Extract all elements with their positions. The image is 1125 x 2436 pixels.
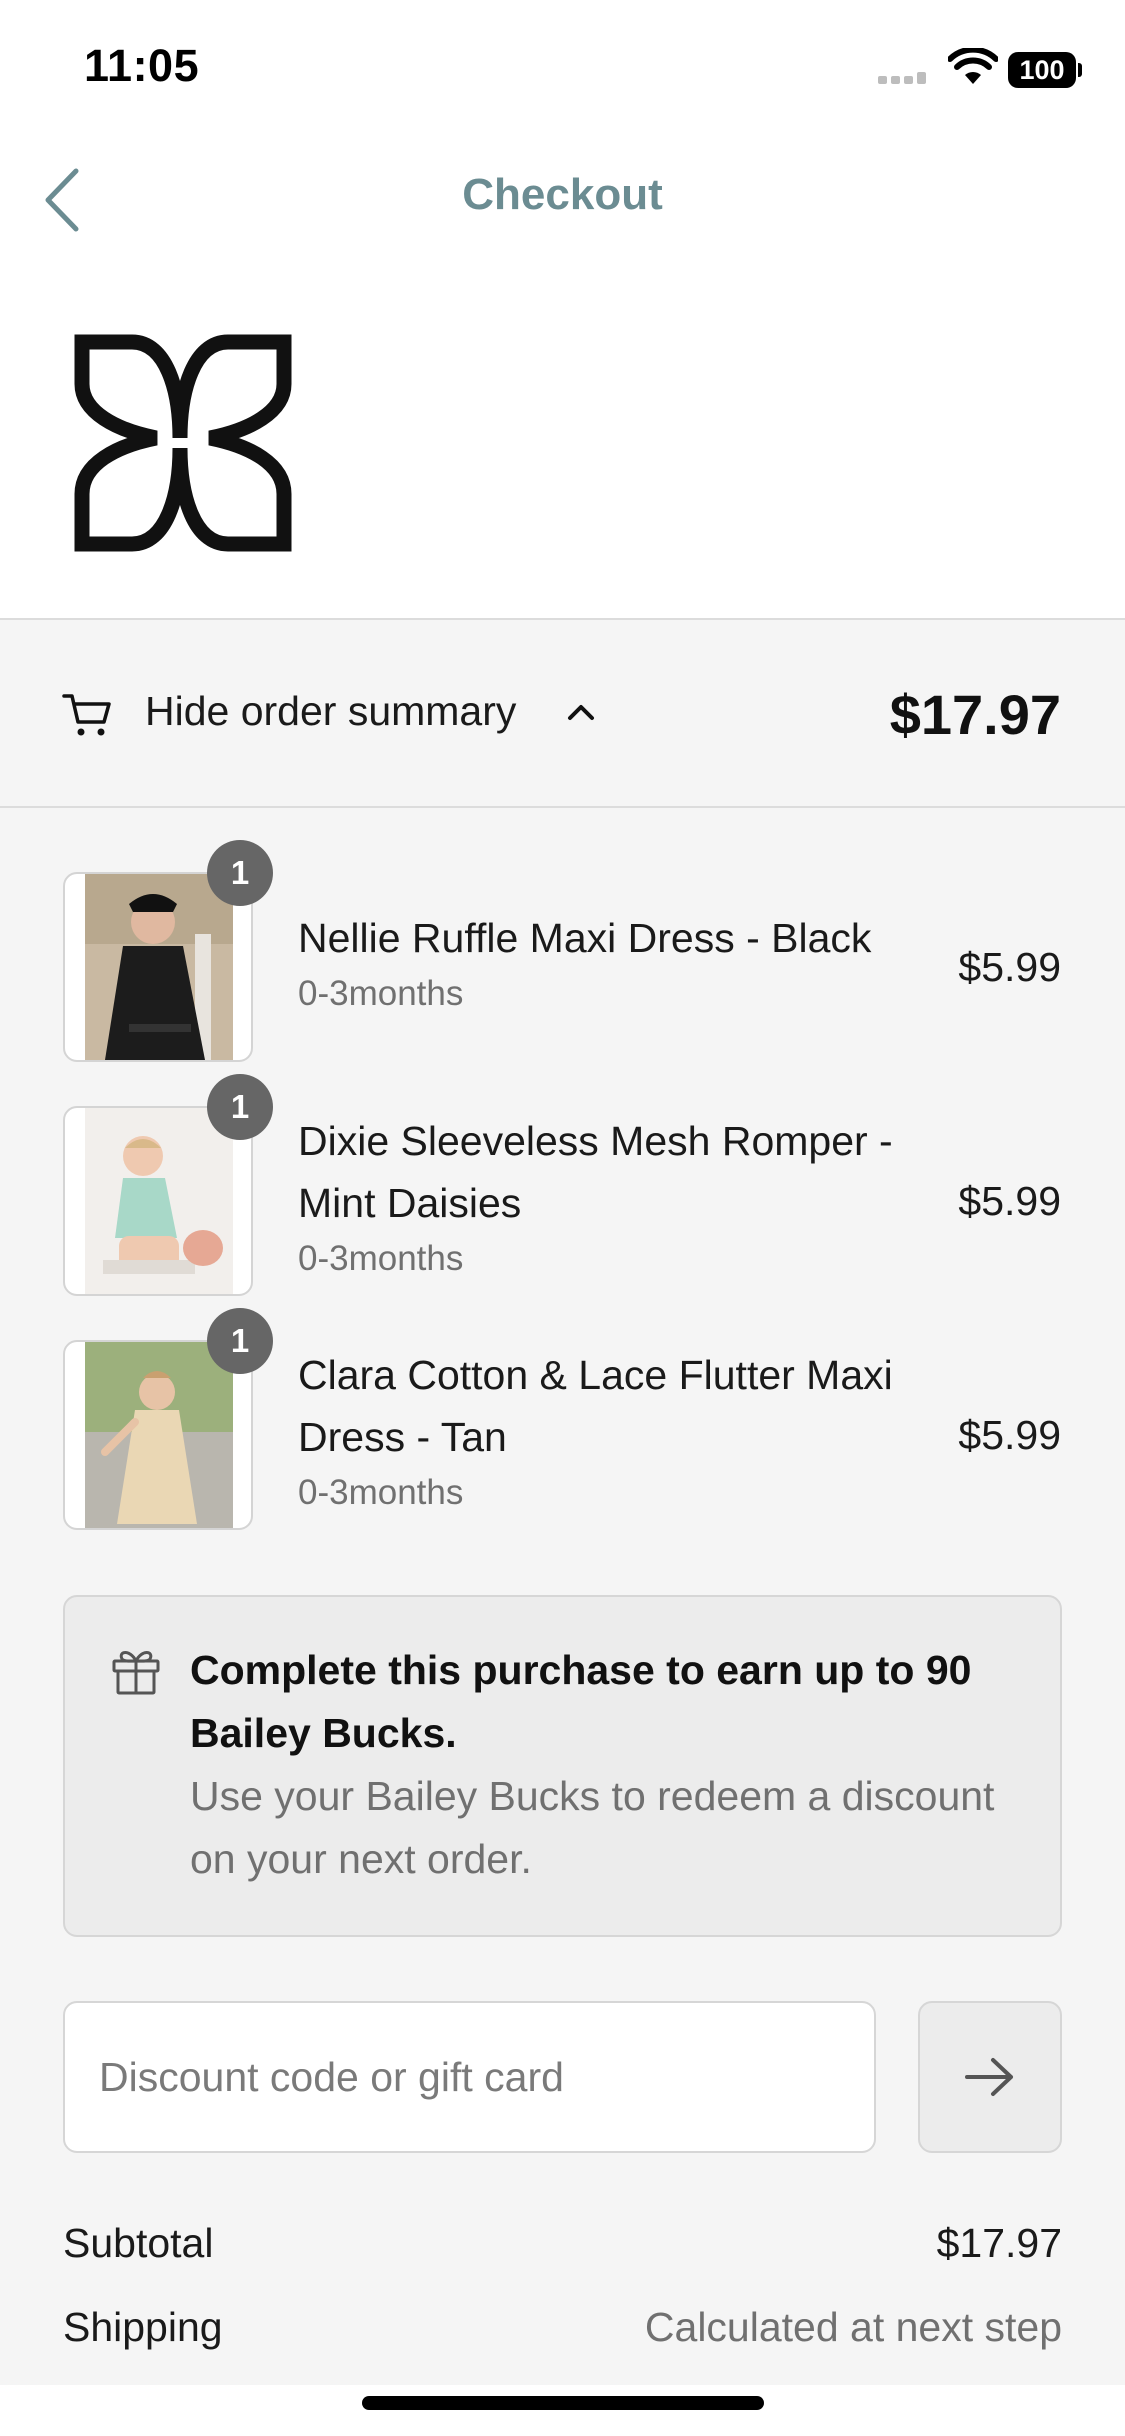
chevron-up-icon — [568, 705, 594, 720]
item-name: Dixie Sleeveless Mesh Romper - Mint Dais… — [298, 1118, 893, 1226]
rewards-title: Complete this purchase to earn up to 90 … — [190, 1647, 972, 1756]
item-details: Clara Cotton & Lace Flutter Maxi Dress -… — [298, 1344, 918, 1518]
line-item: 1 Dixie Sleeveless Mesh Romper - Mint Da… — [0, 1074, 1125, 1306]
quantity-badge: 1 — [207, 1074, 273, 1140]
item-variant: 0-3months — [298, 1239, 464, 1278]
rewards-banner: Complete this purchase to earn up to 90 … — [63, 1595, 1062, 1937]
subtotal-value: $17.97 — [936, 2220, 1062, 2266]
home-indicator[interactable] — [362, 2396, 764, 2410]
wifi-icon — [948, 48, 998, 84]
subtotal-row: Subtotal $17.97 — [63, 2220, 1062, 2280]
product-image — [85, 874, 233, 1060]
item-name: Nellie Ruffle Maxi Dress - Black — [298, 915, 872, 961]
cart-icon — [62, 694, 111, 736]
quantity-badge: 1 — [207, 1308, 273, 1374]
rewards-description: Use your Bailey Bucks to redeem a discou… — [190, 1773, 995, 1882]
item-details: Dixie Sleeveless Mesh Romper - Mint Dais… — [298, 1110, 918, 1284]
item-details: Nellie Ruffle Maxi Dress - Black 0-3mont… — [298, 907, 918, 1019]
subtotal-label: Subtotal — [63, 2220, 214, 2266]
line-item: 1 Nellie Ruffle Maxi Dress - Black 0-3mo… — [0, 840, 1125, 1072]
brand-logo-mark — [74, 334, 292, 552]
line-item: 1 Clara Cotton & Lace Flutter Maxi Dress… — [0, 1308, 1125, 1540]
product-image — [85, 1108, 233, 1294]
discount-code-input[interactable] — [63, 2001, 876, 2153]
quantity-badge: 1 — [207, 840, 273, 906]
home-bar-area — [0, 2385, 1125, 2436]
order-summary-toggle[interactable]: Hide order summary $17.97 — [0, 618, 1125, 808]
product-image — [85, 1342, 233, 1528]
product-thumbnail: 1 — [63, 1308, 273, 1530]
brand-logo — [74, 334, 292, 552]
navigation-bar: Checkout — [0, 140, 1125, 260]
battery-indicator: 100 — [1008, 52, 1082, 88]
status-time: 11:05 — [84, 40, 200, 91]
arrow-right-icon — [965, 2058, 1013, 2096]
cellular-signal-icon — [878, 72, 926, 84]
apply-discount-button[interactable] — [918, 2001, 1062, 2153]
status-bar: 11:05 100 — [0, 0, 1125, 140]
battery-cap — [1078, 63, 1082, 77]
checkout-screen: 11:05 100 Checkout Hide order summary $1… — [0, 0, 1125, 2436]
page-title: Checkout — [462, 170, 663, 219]
item-price: $5.99 — [958, 944, 1061, 990]
item-variant: 0-3months — [298, 1473, 464, 1512]
product-thumbnail: 1 — [63, 840, 273, 1062]
shipping-value: Calculated at next step — [644, 2304, 1062, 2350]
shipping-label: Shipping — [63, 2304, 223, 2350]
order-total: $17.97 — [889, 683, 1061, 746]
gift-icon — [112, 1651, 160, 1695]
order-summary-label: Hide order summary — [145, 688, 517, 734]
item-price: $5.99 — [958, 1412, 1061, 1458]
item-price: $5.99 — [958, 1178, 1061, 1224]
item-name: Clara Cotton & Lace Flutter Maxi Dress -… — [298, 1352, 893, 1460]
battery-level: 100 — [1008, 52, 1076, 88]
shipping-row: Shipping Calculated at next step — [63, 2304, 1062, 2364]
product-thumbnail: 1 — [63, 1074, 273, 1296]
item-variant: 0-3months — [298, 974, 464, 1013]
